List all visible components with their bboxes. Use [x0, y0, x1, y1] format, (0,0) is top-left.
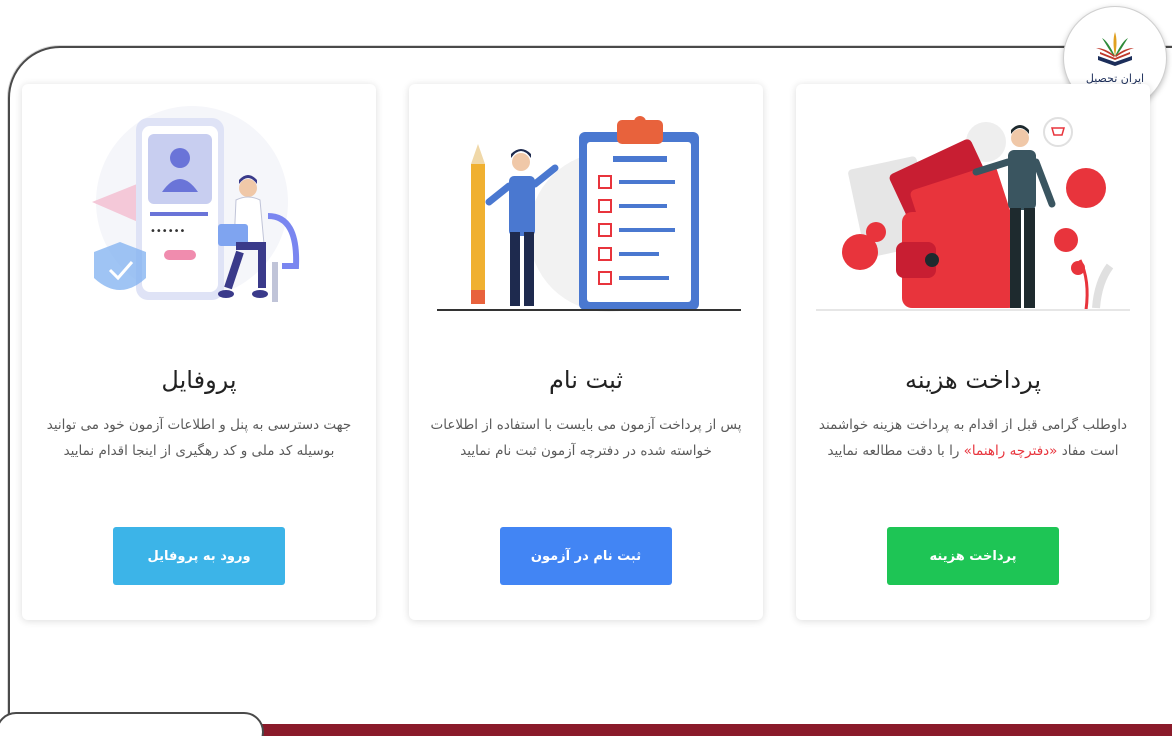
- bottom-tab: [0, 712, 264, 736]
- description-text-end: را با دقت مطالعه نمایید: [827, 443, 964, 459]
- card-description: پس از پرداخت آزمون می بایست با استفاده ا…: [430, 417, 742, 459]
- pay-fee-button[interactable]: پرداخت هزینه: [887, 527, 1059, 585]
- svg-text:••••••: ••••••: [150, 226, 185, 237]
- brand-name: ایران تحصیل: [1085, 71, 1145, 85]
- clipboard-checklist-illustration: [437, 116, 741, 312]
- card-description: داوطلب گرامی قبل از اقدام به پرداخت هزین…: [814, 412, 1132, 464]
- register-card: ثبت نام پس از پرداخت آزمون می بایست با ا…: [409, 84, 763, 620]
- guide-booklet-link[interactable]: «دفترچه راهنما»: [964, 443, 1058, 459]
- profile-login-button[interactable]: ورود به پروفایل: [113, 527, 285, 585]
- bottom-bar: [240, 724, 1172, 736]
- card-description: جهت دسترسی به پنل و اطلاعات آزمون خود می…: [46, 417, 352, 459]
- payment-card: پرداخت هزینه داوطلب گرامی قبل از اقدام ب…: [796, 84, 1150, 620]
- exam-register-button[interactable]: ثبت نام در آزمون: [500, 527, 672, 585]
- card-title: پرداخت هزینه: [905, 366, 1041, 394]
- profile-card: •••••• پروفایل جهت دسترسی به پنل و اطلاع…: [22, 84, 376, 620]
- wallet-payment-illustration: [816, 117, 1130, 311]
- card-title: ثبت نام: [549, 366, 623, 394]
- card-title: پروفایل: [161, 366, 237, 394]
- book-logo-icon: [1096, 31, 1134, 66]
- profile-login-illustration: ••••••: [92, 106, 300, 302]
